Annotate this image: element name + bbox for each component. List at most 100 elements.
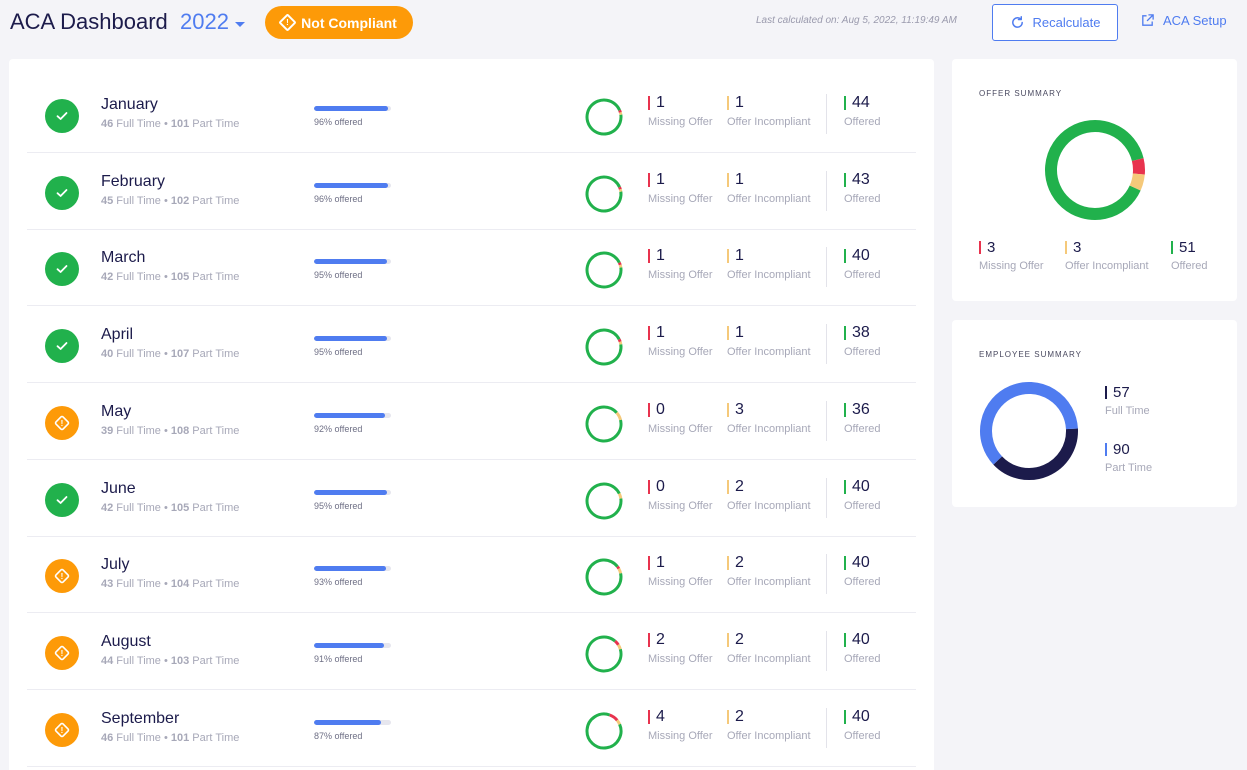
missing-offer-count: 4	[656, 707, 665, 725]
employee-counts: 44 Full Time • 103 Part Time	[101, 654, 240, 667]
missing-segment	[618, 186, 622, 190]
part-time-segment	[980, 382, 1078, 465]
incompliant-segment	[615, 411, 622, 421]
offered-percent: 87% offered	[314, 730, 363, 741]
offer-incompliant-label: Offer Incompliant	[727, 499, 811, 512]
offered-segment	[585, 175, 623, 213]
monthly-list: January 46 Full Time • 101 Part Time 96%…	[9, 59, 934, 770]
check-icon	[45, 99, 79, 133]
offered-stat: 40 Offered	[844, 554, 881, 588]
missing-segment	[616, 565, 621, 570]
compliance-status-label: Not Compliant	[301, 14, 397, 31]
month-offer-donut	[585, 482, 623, 519]
month-row[interactable]: January 46 Full Time • 101 Part Time 96%…	[27, 76, 916, 153]
month-row[interactable]: ! August 44 Full Time • 103 Part Time 91…	[27, 613, 916, 690]
divider	[826, 170, 827, 211]
incompliant-segment	[615, 718, 621, 725]
missing-offer-stat: 1 Missing Offer	[648, 171, 713, 205]
offer-incompliant-label: Offer Incompliant	[727, 576, 811, 589]
divider	[826, 94, 827, 134]
incompliant-segment	[617, 492, 623, 499]
offered-segment	[585, 482, 623, 519]
offered-stat: 38 Offered	[844, 324, 881, 358]
refresh-icon	[1011, 15, 1023, 28]
offered-percent: 96% offered	[314, 193, 363, 204]
missing-offer-label: Missing Offer	[648, 576, 713, 589]
offered-label: Offered	[1171, 260, 1208, 272]
svg-text:!: !	[61, 726, 64, 735]
month-row[interactable]: ! September 46 Full Time • 101 Part Time…	[27, 690, 916, 767]
full-time-label: Full Time	[1105, 405, 1150, 417]
month-row[interactable]: April 40 Full Time • 107 Part Time 95% o…	[27, 306, 916, 384]
offer-incompliant-count: 2	[735, 554, 744, 572]
incompliant-count: 3	[1073, 239, 1082, 256]
offer-incompliant-label: Offer Incompliant	[727, 422, 811, 435]
missing-offer-stat: 1 Missing Offer	[648, 247, 713, 281]
divider	[826, 324, 827, 365]
month-name: April	[101, 326, 134, 344]
employee-summary-donut	[980, 382, 1078, 480]
month-row[interactable]: February 45 Full Time • 102 Part Time 96…	[27, 153, 916, 230]
full-time-segment	[993, 428, 1078, 480]
month-row[interactable]: ! May 39 Full Time • 108 Part Time 92% o…	[27, 383, 916, 460]
missing-offer-stat: 1 Missing Offer	[648, 554, 713, 588]
month-row[interactable]: March 42 Full Time • 105 Part Time 95% o…	[27, 229, 916, 307]
year-value: 2022	[180, 9, 229, 34]
page-title: ACA Dashboard	[10, 9, 168, 34]
incompliant-segment	[617, 568, 623, 574]
missing-offer-count: 1	[656, 170, 665, 188]
missing-offer-stat: 0 Missing Offer	[648, 478, 713, 512]
offer-incompliant-stat: 1 Offer Incompliant	[727, 94, 811, 128]
employee-summary-card: EMPLOYEE SUMMARY 57 Full Time 90 Part Ti…	[952, 320, 1237, 507]
missing-offer-label: Missing Offer	[648, 499, 713, 512]
check-icon	[45, 175, 79, 210]
offered-progress-bar	[314, 412, 391, 418]
offer-incompliant-label: Offer Incompliant	[727, 729, 811, 742]
offered-label: Offered	[844, 116, 881, 128]
offered-segment	[585, 251, 623, 289]
incompliant-segment	[618, 341, 623, 345]
offered-progress-bar	[314, 489, 391, 495]
month-offer-donut	[585, 98, 623, 136]
month-name: September	[101, 709, 180, 727]
aca-setup-link[interactable]: ACA Setup	[1140, 13, 1227, 28]
recalculate-label: Recalculate	[1032, 15, 1101, 30]
offer-summary-missing: 3 Missing Offer	[979, 239, 1044, 272]
missing-count: 3	[987, 239, 996, 256]
divider	[826, 707, 827, 748]
offered-count: 44	[852, 94, 870, 111]
offer-incompliant-stat: 1 Offer Incompliant	[727, 324, 811, 358]
missing-offer-count: 0	[656, 477, 665, 495]
month-row[interactable]: June 42 Full Time • 105 Part Time 95% of…	[27, 460, 916, 537]
employee-counts: 43 Full Time • 104 Part Time	[101, 578, 240, 591]
offered-count: 40	[852, 707, 870, 725]
offered-progress-bar	[314, 566, 391, 572]
offered-stat: 36 Offered	[844, 401, 881, 435]
offered-stat: 43 Offered	[844, 171, 881, 205]
employee-counts: 40 Full Time • 107 Part Time	[101, 348, 240, 361]
employee-counts: 39 Full Time • 108 Part Time	[101, 424, 240, 437]
offered-label: Offered	[844, 346, 881, 359]
offer-summary-offered: 51 Offered	[1171, 239, 1208, 272]
recalculate-button[interactable]: Recalculate	[992, 4, 1118, 41]
missing-offer-label: Missing Offer	[648, 422, 713, 435]
offered-percent: 92% offered	[314, 423, 363, 434]
offered-label: Offered	[844, 652, 881, 665]
missing-offer-count: 1	[656, 554, 665, 572]
missing-segment	[618, 109, 622, 113]
month-row[interactable]: ! July 43 Full Time • 104 Part Time 93% …	[27, 536, 916, 614]
offered-stat: 40 Offered	[844, 247, 881, 281]
month-name: June	[101, 479, 136, 497]
year-selector[interactable]: 2022	[180, 9, 245, 35]
offered-progress-bar	[314, 336, 391, 342]
divider	[826, 477, 827, 518]
warning-diamond-icon: !	[45, 405, 79, 440]
missing-offer-count: 1	[656, 247, 665, 265]
offered-count: 40	[852, 247, 870, 265]
external-link-icon	[1142, 14, 1154, 26]
warning-diamond-icon: !	[278, 13, 297, 32]
incompliant-segment	[617, 643, 622, 650]
offered-label: Offered	[844, 192, 881, 205]
incompliant-segment	[1129, 173, 1145, 191]
month-offer-donut	[585, 635, 623, 673]
